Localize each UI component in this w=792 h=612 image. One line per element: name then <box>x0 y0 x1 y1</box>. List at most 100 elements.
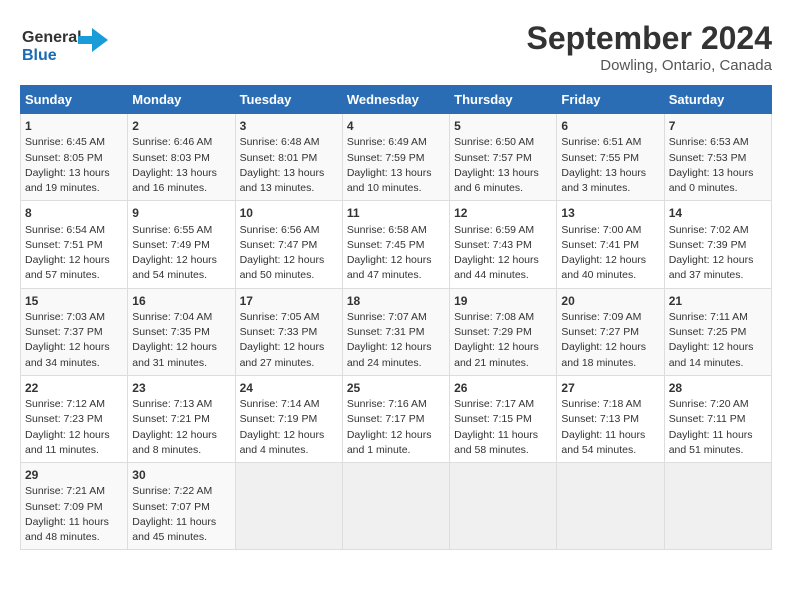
day-number: 10 <box>240 205 338 222</box>
calendar-cell: 4Sunrise: 6:49 AMSunset: 7:59 PMDaylight… <box>342 114 449 201</box>
day-info: Sunrise: 7:00 AMSunset: 7:41 PMDaylight:… <box>561 223 659 284</box>
calendar-cell: 25Sunrise: 7:16 AMSunset: 7:17 PMDayligh… <box>342 375 449 462</box>
day-number: 27 <box>561 380 659 397</box>
day-number: 30 <box>132 467 230 484</box>
day-number: 29 <box>25 467 123 484</box>
day-info: Sunrise: 6:53 AMSunset: 7:53 PMDaylight:… <box>669 135 767 196</box>
day-info: Sunrise: 7:21 AMSunset: 7:09 PMDaylight:… <box>25 484 123 545</box>
calendar-cell: 19Sunrise: 7:08 AMSunset: 7:29 PMDayligh… <box>450 288 557 375</box>
calendar-cell: 7Sunrise: 6:53 AMSunset: 7:53 PMDaylight… <box>664 114 771 201</box>
day-info: Sunrise: 7:02 AMSunset: 7:39 PMDaylight:… <box>669 223 767 284</box>
calendar-cell <box>450 463 557 550</box>
day-number: 8 <box>25 205 123 222</box>
day-info: Sunrise: 6:48 AMSunset: 8:01 PMDaylight:… <box>240 135 338 196</box>
column-header-saturday: Saturday <box>664 86 771 114</box>
calendar-cell: 9Sunrise: 6:55 AMSunset: 7:49 PMDaylight… <box>128 201 235 288</box>
day-info: Sunrise: 7:08 AMSunset: 7:29 PMDaylight:… <box>454 310 552 371</box>
calendar-cell: 23Sunrise: 7:13 AMSunset: 7:21 PMDayligh… <box>128 375 235 462</box>
day-number: 28 <box>669 380 767 397</box>
day-number: 7 <box>669 118 767 135</box>
day-number: 9 <box>132 205 230 222</box>
week-row-2: 8Sunrise: 6:54 AMSunset: 7:51 PMDaylight… <box>21 201 772 288</box>
week-row-1: 1Sunrise: 6:45 AMSunset: 8:05 PMDaylight… <box>21 114 772 201</box>
day-info: Sunrise: 6:54 AMSunset: 7:51 PMDaylight:… <box>25 223 123 284</box>
day-number: 22 <box>25 380 123 397</box>
day-info: Sunrise: 7:09 AMSunset: 7:27 PMDaylight:… <box>561 310 659 371</box>
calendar-cell: 5Sunrise: 6:50 AMSunset: 7:57 PMDaylight… <box>450 114 557 201</box>
calendar-cell: 15Sunrise: 7:03 AMSunset: 7:37 PMDayligh… <box>21 288 128 375</box>
day-number: 14 <box>669 205 767 222</box>
day-number: 4 <box>347 118 445 135</box>
location: Dowling, Ontario, Canada <box>527 57 772 74</box>
calendar-cell: 21Sunrise: 7:11 AMSunset: 7:25 PMDayligh… <box>664 288 771 375</box>
calendar-cell: 30Sunrise: 7:22 AMSunset: 7:07 PMDayligh… <box>128 463 235 550</box>
svg-text:General: General <box>22 29 82 46</box>
day-info: Sunrise: 7:12 AMSunset: 7:23 PMDaylight:… <box>25 397 123 458</box>
calendar-cell <box>235 463 342 550</box>
page-header: General Blue September 2024 Dowling, Ont… <box>20 20 772 75</box>
column-header-friday: Friday <box>557 86 664 114</box>
calendar-cell: 10Sunrise: 6:56 AMSunset: 7:47 PMDayligh… <box>235 201 342 288</box>
day-info: Sunrise: 7:07 AMSunset: 7:31 PMDaylight:… <box>347 310 445 371</box>
calendar-cell: 3Sunrise: 6:48 AMSunset: 8:01 PMDaylight… <box>235 114 342 201</box>
calendar-cell: 20Sunrise: 7:09 AMSunset: 7:27 PMDayligh… <box>557 288 664 375</box>
day-info: Sunrise: 7:11 AMSunset: 7:25 PMDaylight:… <box>669 310 767 371</box>
day-info: Sunrise: 7:16 AMSunset: 7:17 PMDaylight:… <box>347 397 445 458</box>
calendar-cell: 27Sunrise: 7:18 AMSunset: 7:13 PMDayligh… <box>557 375 664 462</box>
day-info: Sunrise: 7:03 AMSunset: 7:37 PMDaylight:… <box>25 310 123 371</box>
column-header-monday: Monday <box>128 86 235 114</box>
day-number: 18 <box>347 293 445 310</box>
day-number: 26 <box>454 380 552 397</box>
week-row-3: 15Sunrise: 7:03 AMSunset: 7:37 PMDayligh… <box>21 288 772 375</box>
day-number: 24 <box>240 380 338 397</box>
week-row-4: 22Sunrise: 7:12 AMSunset: 7:23 PMDayligh… <box>21 375 772 462</box>
day-info: Sunrise: 6:46 AMSunset: 8:03 PMDaylight:… <box>132 135 230 196</box>
calendar-cell: 28Sunrise: 7:20 AMSunset: 7:11 PMDayligh… <box>664 375 771 462</box>
day-info: Sunrise: 7:18 AMSunset: 7:13 PMDaylight:… <box>561 397 659 458</box>
day-number: 5 <box>454 118 552 135</box>
day-number: 25 <box>347 380 445 397</box>
calendar-cell: 29Sunrise: 7:21 AMSunset: 7:09 PMDayligh… <box>21 463 128 550</box>
calendar-cell <box>557 463 664 550</box>
svg-text:Blue: Blue <box>22 47 57 64</box>
calendar-cell: 24Sunrise: 7:14 AMSunset: 7:19 PMDayligh… <box>235 375 342 462</box>
day-number: 20 <box>561 293 659 310</box>
day-number: 11 <box>347 205 445 222</box>
day-number: 19 <box>454 293 552 310</box>
day-info: Sunrise: 6:58 AMSunset: 7:45 PMDaylight:… <box>347 223 445 284</box>
day-number: 13 <box>561 205 659 222</box>
logo-svg: General Blue <box>20 20 110 75</box>
day-info: Sunrise: 7:22 AMSunset: 7:07 PMDaylight:… <box>132 484 230 545</box>
title-block: September 2024 Dowling, Ontario, Canada <box>527 20 772 74</box>
calendar-cell: 1Sunrise: 6:45 AMSunset: 8:05 PMDaylight… <box>21 114 128 201</box>
week-row-5: 29Sunrise: 7:21 AMSunset: 7:09 PMDayligh… <box>21 463 772 550</box>
calendar-cell: 14Sunrise: 7:02 AMSunset: 7:39 PMDayligh… <box>664 201 771 288</box>
day-info: Sunrise: 6:51 AMSunset: 7:55 PMDaylight:… <box>561 135 659 196</box>
day-info: Sunrise: 7:14 AMSunset: 7:19 PMDaylight:… <box>240 397 338 458</box>
calendar-cell <box>342 463 449 550</box>
calendar-cell: 26Sunrise: 7:17 AMSunset: 7:15 PMDayligh… <box>450 375 557 462</box>
calendar-cell <box>664 463 771 550</box>
calendar-cell: 8Sunrise: 6:54 AMSunset: 7:51 PMDaylight… <box>21 201 128 288</box>
day-info: Sunrise: 6:55 AMSunset: 7:49 PMDaylight:… <box>132 223 230 284</box>
column-header-sunday: Sunday <box>21 86 128 114</box>
column-header-wednesday: Wednesday <box>342 86 449 114</box>
calendar-cell: 11Sunrise: 6:58 AMSunset: 7:45 PMDayligh… <box>342 201 449 288</box>
day-number: 17 <box>240 293 338 310</box>
calendar-cell: 16Sunrise: 7:04 AMSunset: 7:35 PMDayligh… <box>128 288 235 375</box>
day-number: 23 <box>132 380 230 397</box>
month-title: September 2024 <box>527 20 772 57</box>
calendar-cell: 18Sunrise: 7:07 AMSunset: 7:31 PMDayligh… <box>342 288 449 375</box>
header-row: SundayMondayTuesdayWednesdayThursdayFrid… <box>21 86 772 114</box>
day-info: Sunrise: 6:56 AMSunset: 7:47 PMDaylight:… <box>240 223 338 284</box>
calendar-cell: 22Sunrise: 7:12 AMSunset: 7:23 PMDayligh… <box>21 375 128 462</box>
day-number: 21 <box>669 293 767 310</box>
calendar-cell: 17Sunrise: 7:05 AMSunset: 7:33 PMDayligh… <box>235 288 342 375</box>
column-header-tuesday: Tuesday <box>235 86 342 114</box>
day-number: 1 <box>25 118 123 135</box>
day-info: Sunrise: 6:50 AMSunset: 7:57 PMDaylight:… <box>454 135 552 196</box>
day-number: 3 <box>240 118 338 135</box>
day-number: 6 <box>561 118 659 135</box>
calendar-cell: 13Sunrise: 7:00 AMSunset: 7:41 PMDayligh… <box>557 201 664 288</box>
calendar-table: SundayMondayTuesdayWednesdayThursdayFrid… <box>20 85 772 550</box>
